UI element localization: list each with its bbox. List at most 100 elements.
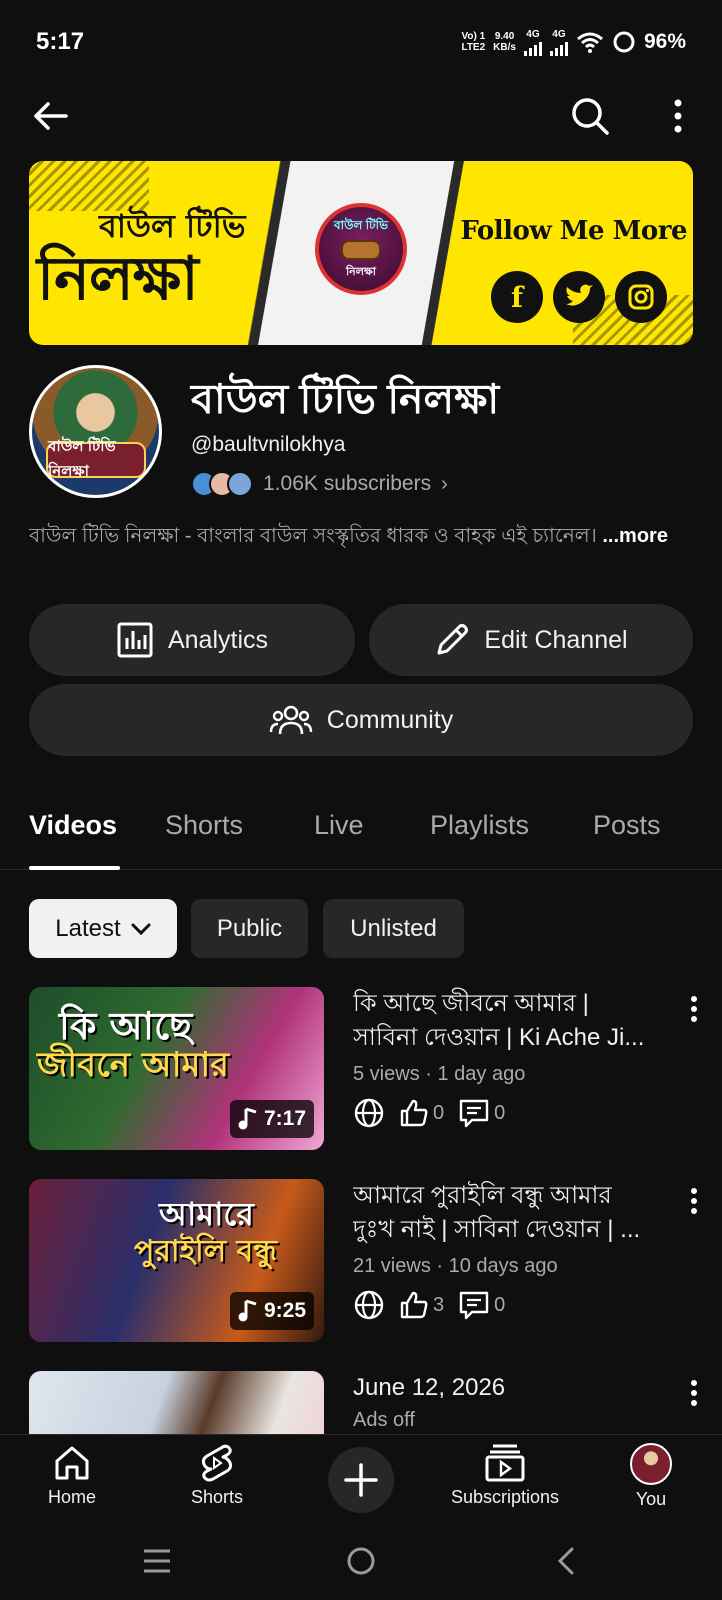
more-link[interactable]: ...more xyxy=(602,525,668,547)
chevron-down-icon xyxy=(131,923,151,935)
home-icon xyxy=(55,1446,89,1480)
video-item[interactable]: June 12, 2026 Ads off xyxy=(0,1371,722,1434)
video-title[interactable]: June 12, 2026 xyxy=(353,1371,673,1405)
facebook-icon: f xyxy=(491,271,543,323)
tab-indicator xyxy=(29,866,120,870)
subscribers-row[interactable]: 1.06K subscribers › xyxy=(191,468,448,500)
thumbs-up-icon xyxy=(400,1291,428,1319)
back-button[interactable] xyxy=(22,88,78,144)
video-thumbnail[interactable]: আমারে পুরাইলি বন্ধু 9:25 xyxy=(29,1179,324,1342)
signal-1-icon: 4G xyxy=(523,29,542,56)
tab-live[interactable]: Live xyxy=(314,810,364,841)
subscriber-avatars xyxy=(191,471,253,497)
edit-channel-label: Edit Channel xyxy=(484,625,628,654)
globe-icon xyxy=(354,1098,384,1128)
recents-icon[interactable] xyxy=(142,1548,172,1574)
more-vert-icon xyxy=(691,1380,697,1406)
video-item[interactable]: আমারে পুরাইলি বন্ধু 9:25 আমারে পুরাইলি ব… xyxy=(0,1179,722,1349)
comment-icon xyxy=(459,1291,489,1320)
twitter-icon xyxy=(553,271,605,323)
volte-indicator: Vo) 1 LTE2 xyxy=(461,31,486,53)
avatar xyxy=(227,471,253,497)
banner-follow-text: Follow Me More xyxy=(460,216,687,246)
network-speed: 9.40 KB/s xyxy=(493,31,516,53)
nav-subscriptions[interactable]: Subscriptions xyxy=(444,1443,566,1508)
home-circle-icon[interactable] xyxy=(346,1546,376,1576)
video-menu-button[interactable] xyxy=(676,1375,712,1411)
avatar-badge: বাউল টিভি নিলক্ষা xyxy=(46,438,146,480)
nav-home[interactable]: Home xyxy=(38,1443,106,1508)
video-menu-button[interactable] xyxy=(676,1183,712,1219)
video-item[interactable]: কি আছে জীবনে আমার 7:17 কি আছে জীবনে আমার… xyxy=(0,987,722,1157)
chip-public[interactable]: Public xyxy=(191,899,308,958)
search-icon xyxy=(572,98,609,135)
banner-title-big: নিলক্ষা xyxy=(37,244,199,314)
battery-ring-icon xyxy=(613,31,635,53)
search-button[interactable] xyxy=(562,88,618,144)
comment-icon xyxy=(459,1099,489,1128)
chevron-right-icon: › xyxy=(441,472,448,495)
wifi-icon xyxy=(577,32,603,53)
edit-channel-button[interactable]: Edit Channel xyxy=(369,604,693,676)
pencil-icon xyxy=(437,624,469,655)
back-chevron-icon[interactable] xyxy=(556,1546,576,1576)
video-stats: 0 0 xyxy=(353,1097,505,1129)
channel-avatar[interactable]: বাউল টিভি নিলক্ষা xyxy=(29,365,162,498)
drum-icon xyxy=(341,239,381,260)
system-navigation-bar xyxy=(0,1526,722,1600)
tab-posts[interactable]: Posts xyxy=(593,810,661,841)
video-title[interactable]: আমারে পুরাইলি বন্ধু আমার দুঃখ নাই | সাবি… xyxy=(353,1179,673,1247)
channel-handle: @baultvnilokhya xyxy=(191,433,346,456)
duration-badge: 7:17 xyxy=(229,1100,314,1138)
analytics-label: Analytics xyxy=(167,625,269,654)
arrow-left-icon xyxy=(34,102,68,130)
bottom-navigation: Home Shorts Subscriptions You xyxy=(0,1434,722,1524)
more-vert-icon xyxy=(674,99,682,133)
banner-logo: বাউল টিভি নিলক্ষা xyxy=(315,203,407,295)
avatar xyxy=(630,1443,672,1485)
thumbs-up-icon xyxy=(400,1099,428,1127)
tab-playlists[interactable]: Playlists xyxy=(430,810,529,841)
status-bar: 5:17 Vo) 1 LTE2 9.40 KB/s 4G 4G 96% xyxy=(0,0,722,84)
analytics-icon xyxy=(117,622,153,658)
video-thumbnail[interactable] xyxy=(29,1371,324,1434)
overflow-menu-button[interactable] xyxy=(650,88,706,144)
comment-count: 0 xyxy=(458,1098,505,1128)
video-thumbnail[interactable]: কি আছে জীবনে আমার 7:17 xyxy=(29,987,324,1150)
channel-banner: বাউল টিভি নিলক্ষা বাউল টিভি নিলক্ষা Foll… xyxy=(29,161,693,345)
chip-unlisted[interactable]: Unlisted xyxy=(323,899,464,958)
plus-icon xyxy=(344,1463,378,1497)
music-note-icon xyxy=(238,1299,257,1322)
globe-icon xyxy=(354,1290,384,1320)
channel-description[interactable]: বাউল টিভি নিলক্ষা - বাংলার বাউল সংস্কৃতি… xyxy=(29,520,689,552)
subscriber-count: 1.06K subscribers xyxy=(263,472,432,495)
nav-you[interactable]: You xyxy=(626,1443,676,1510)
nav-shorts[interactable]: Shorts xyxy=(182,1443,252,1508)
like-count: 0 xyxy=(399,1098,444,1128)
chip-latest[interactable]: Latest xyxy=(29,899,177,958)
channel-name: বাউল টিভি নিলক্ষা xyxy=(191,376,500,422)
status-icons: Vo) 1 LTE2 9.40 KB/s 4G 4G 96% xyxy=(461,29,686,56)
video-stats: 3 0 xyxy=(353,1289,505,1321)
shorts-icon xyxy=(201,1444,233,1482)
create-button[interactable] xyxy=(328,1447,394,1513)
video-title[interactable]: কি আছে জীবনে আমার | সাবিনা দেওয়ান | Ki … xyxy=(353,987,673,1055)
top-app-bar xyxy=(0,88,722,148)
video-meta: Ads off xyxy=(353,1409,415,1431)
status-time: 5:17 xyxy=(36,28,85,55)
video-menu-button[interactable] xyxy=(676,991,712,1027)
subscriptions-icon xyxy=(485,1444,525,1482)
video-meta: 21 views · 10 days ago xyxy=(353,1255,558,1277)
channel-tabs: Videos Shorts Live Playlists Posts xyxy=(0,780,722,870)
banner-social-icons: f xyxy=(491,271,667,323)
analytics-button[interactable]: Analytics xyxy=(29,604,355,676)
duration-badge: 9:25 xyxy=(229,1292,314,1330)
instagram-icon xyxy=(615,271,667,323)
tab-videos[interactable]: Videos xyxy=(29,810,117,841)
people-icon xyxy=(269,705,312,735)
like-count: 3 xyxy=(399,1290,444,1320)
community-button[interactable]: Community xyxy=(29,684,693,756)
music-note-icon xyxy=(238,1107,257,1130)
tab-shorts[interactable]: Shorts xyxy=(165,810,243,841)
video-meta: 5 views · 1 day ago xyxy=(353,1063,526,1085)
